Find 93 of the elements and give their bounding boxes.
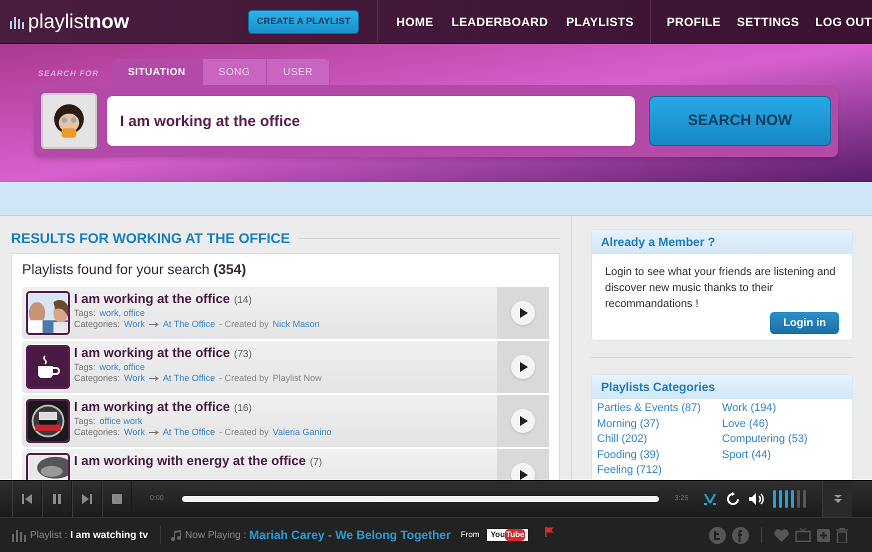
tag-links[interactable]: office work <box>100 416 142 427</box>
nav-link[interactable]: LEADERBOARD <box>451 12 548 30</box>
created-by-label: - Created by <box>219 318 269 330</box>
playlist-label: Playlist : <box>30 528 68 542</box>
playlist-name: I am watching tv <box>70 528 148 542</box>
play-button[interactable] <box>511 355 535 379</box>
repeat-icon[interactable] <box>726 492 740 506</box>
categories-title: Playlists Categories <box>592 375 852 399</box>
tag-links[interactable]: work, office <box>100 308 145 319</box>
track-count: (73) <box>234 349 252 362</box>
created-by-label: - Created by <box>219 426 269 438</box>
playlist-title[interactable]: I am working at the office <box>74 345 230 362</box>
playlist-row[interactable]: I am working at the office (14) Tags: work, office Categories: Work At The Office - Created by Nick Mason <box>22 287 549 339</box>
pause-icon <box>51 493 63 505</box>
cup-icon <box>26 345 70 389</box>
play-button[interactable] <box>511 463 535 480</box>
arrow-icon <box>148 430 159 435</box>
member-text: Login to see what your friends are listening and discover new music thanks to their recommandations ! <box>605 265 837 312</box>
nav-link[interactable]: HOME <box>396 12 434 30</box>
results-heading: RESULTS FOR WORKING AT THE OFFICE <box>11 229 290 248</box>
creator-link[interactable]: Valeria Ganino <box>272 426 332 438</box>
playlist-row[interactable]: I am working with energy at the office (7) <box>22 449 549 480</box>
progress-track[interactable] <box>182 496 659 502</box>
track-count: (14) <box>234 295 252 308</box>
now-playing-label: Now Playing : <box>185 528 246 542</box>
results-summary: Playlists found for your search (354) <box>22 260 248 278</box>
category-link[interactable]: At The Office <box>162 426 216 438</box>
logo[interactable]: playlistnow <box>28 12 130 32</box>
play-button[interactable] <box>511 409 535 433</box>
source-logo: YouTube <box>487 529 528 541</box>
search-field[interactable]: I am working at the office <box>107 96 635 146</box>
volume-icon[interactable] <box>748 492 766 506</box>
creator-name: Playlist Now <box>272 372 322 384</box>
member-title: Already a Member ? <box>592 230 852 254</box>
music-note-icon <box>171 530 182 540</box>
now-playing-track[interactable]: Mariah Carey - We Belong Together <box>249 526 451 544</box>
previous-icon <box>21 493 33 505</box>
tags-label: Tags: <box>74 362 96 373</box>
search-tab[interactable]: SITUATION <box>112 59 203 85</box>
category-link[interactable]: Sport (44) <box>722 448 847 463</box>
category-link[interactable]: At The Office <box>162 318 216 330</box>
category-link[interactable]: Work <box>124 372 145 384</box>
track-count: (7) <box>310 457 322 470</box>
arrow-icon <box>148 322 159 327</box>
bars-icon <box>10 14 24 28</box>
chevron-down-icon <box>832 494 842 504</box>
playlist-title[interactable]: I am working with energy at the office <box>74 453 306 470</box>
category-link[interactable]: Work (194) <box>722 401 847 416</box>
avatar-icon <box>41 93 97 149</box>
tags-label: Tags: <box>74 416 96 427</box>
search-for-label: SEARCH FOR <box>38 68 100 80</box>
category-link[interactable]: Morning (37) <box>597 416 722 432</box>
volume-meter[interactable] <box>773 490 806 508</box>
shuffle-icon[interactable] <box>704 493 716 505</box>
login-button[interactable]: Login in <box>770 312 839 334</box>
arrow-icon <box>148 376 159 381</box>
category-link[interactable]: Fooding (39) <box>597 448 722 463</box>
category-link[interactable]: Computering (53) <box>722 432 847 448</box>
search-button[interactable]: SEARCH NOW <box>649 96 831 146</box>
categories-label: Categories: <box>74 372 120 384</box>
tag-links[interactable]: work, office <box>100 362 145 373</box>
tags-label: Tags: <box>74 308 96 319</box>
collapse-button[interactable] <box>822 481 852 517</box>
playlist-title[interactable]: I am working at the office <box>74 291 230 308</box>
created-by-label: - Created by <box>219 372 269 384</box>
stop-icon <box>111 493 123 505</box>
from-label: From <box>460 529 480 541</box>
category-link[interactable]: At The Office <box>162 372 216 384</box>
play-icon <box>518 362 528 372</box>
nav-link[interactable]: LOG OUT <box>815 12 872 30</box>
category-link[interactable]: Work <box>124 426 145 438</box>
create-playlist-button[interactable]: CREATE A PLAYLIST <box>248 10 360 34</box>
play-icon <box>518 416 528 426</box>
playlist-row[interactable]: I am working at the office (73) Tags: work, office Categories: Work At The Office - Created by Playlist Now <box>22 341 549 393</box>
category-link[interactable]: Chill (202) <box>597 432 722 448</box>
nav-link[interactable]: PLAYLISTS <box>566 12 634 30</box>
nav-link[interactable]: PROFILE <box>666 12 721 30</box>
play-icon <box>518 308 528 318</box>
category-link[interactable]: Parties & Events (87) <box>597 401 722 416</box>
category-link[interactable]: Love (46) <box>722 416 847 432</box>
nav-link[interactable]: SETTINGS <box>736 12 800 30</box>
playlist-row[interactable]: I am working at the office (16) Tags: office work Categories: Work At The Office - Created by Valeria Ganino <box>22 395 549 447</box>
flag-icon[interactable] <box>544 527 554 537</box>
next-icon <box>81 493 93 505</box>
category-link[interactable]: Work <box>124 318 145 330</box>
category-link[interactable]: Feeling (712) <box>597 463 722 478</box>
categories-label: Categories: <box>74 426 120 438</box>
playlist-title[interactable]: I am working at the office <box>74 399 230 416</box>
track-count: (16) <box>234 403 252 416</box>
bars-icon <box>12 528 26 542</box>
creator-link[interactable]: Nick Mason <box>272 318 320 330</box>
play-button[interactable] <box>511 301 535 325</box>
categories-label: Categories: <box>74 318 120 330</box>
